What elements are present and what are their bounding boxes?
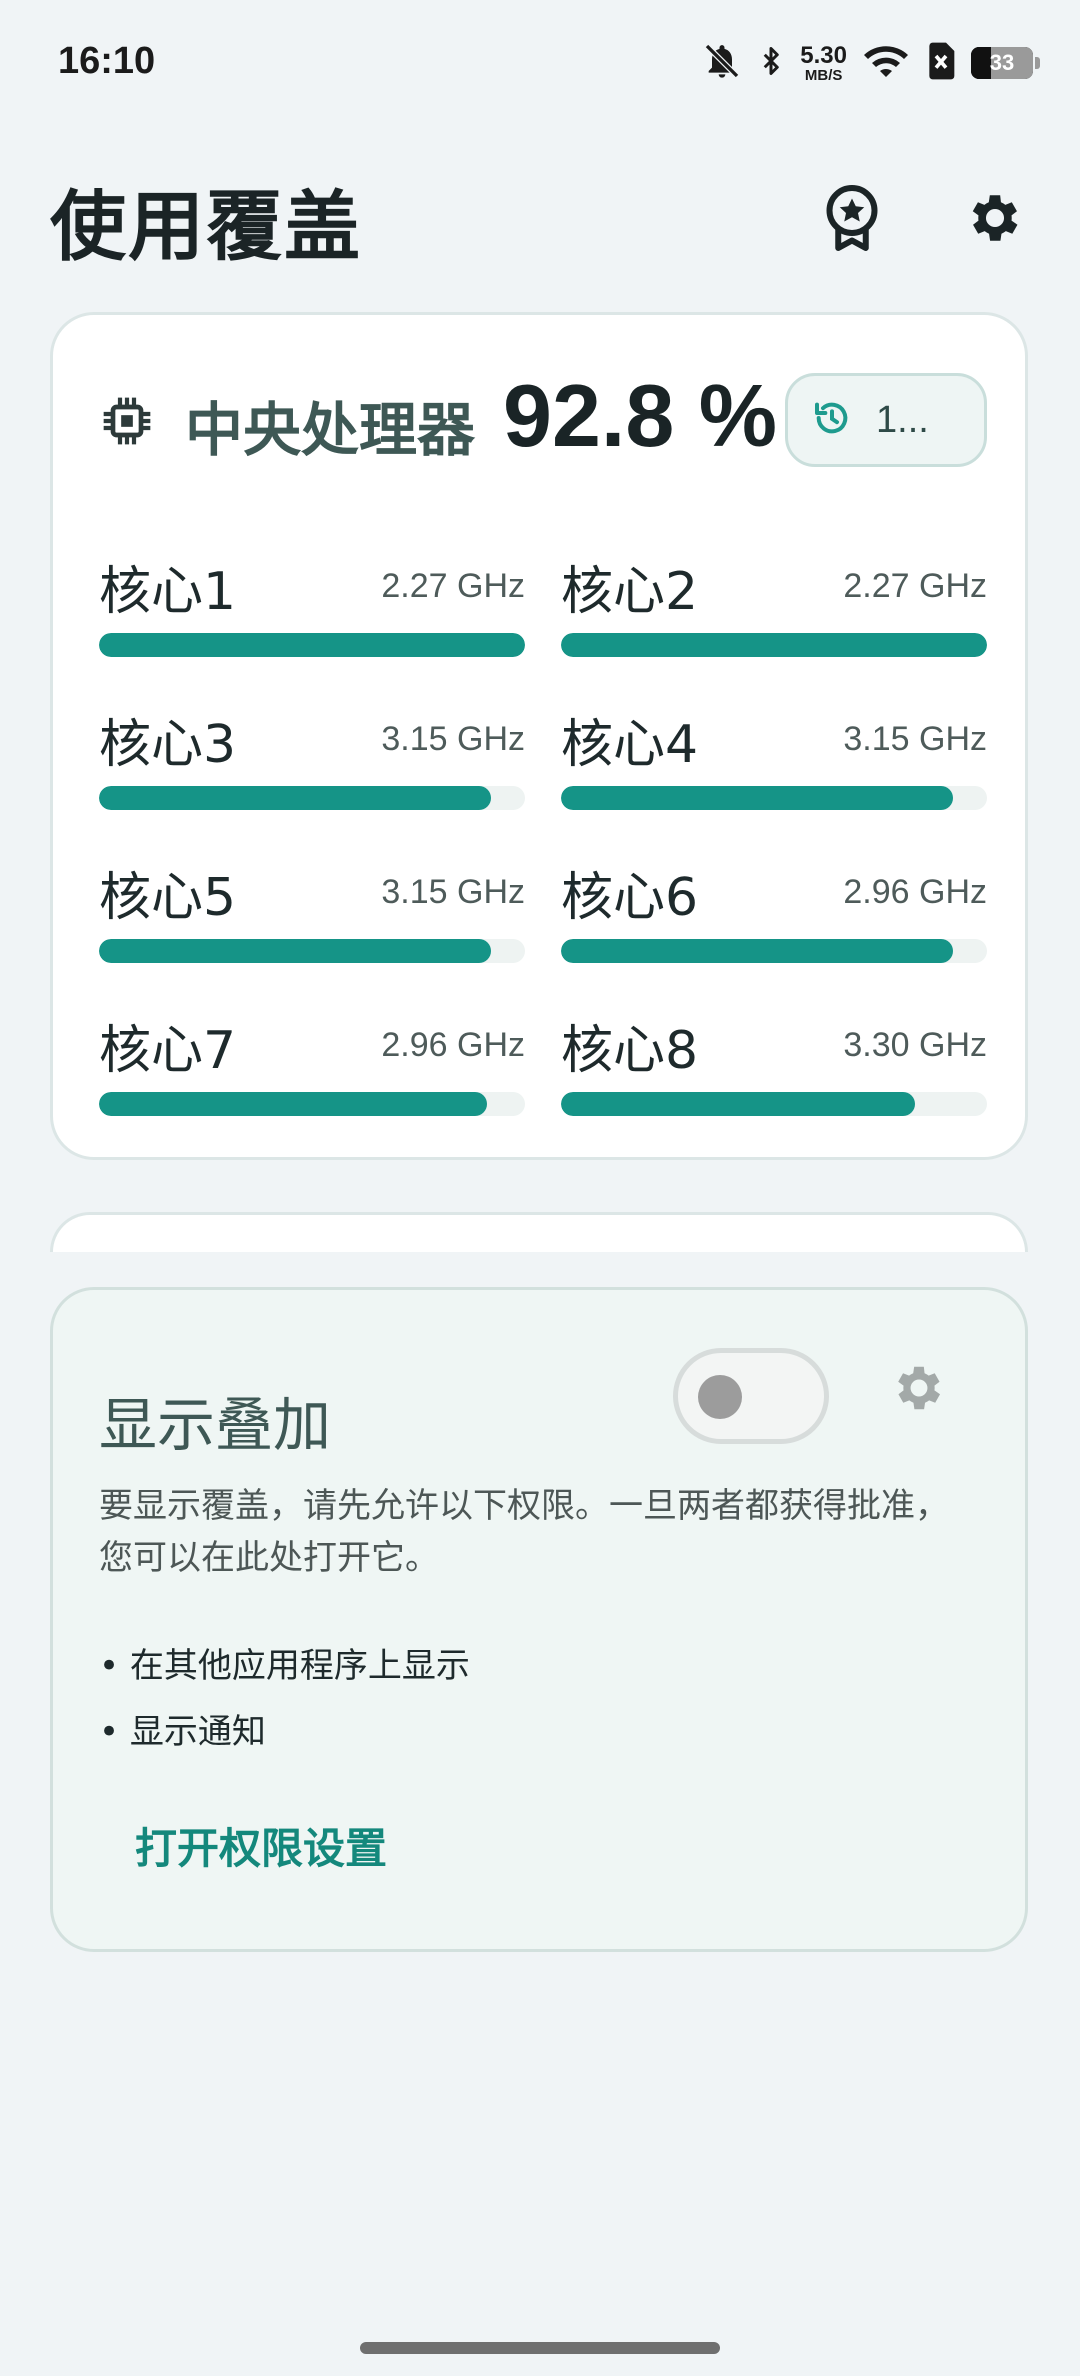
core-item: 核心8 3.30 GHz <box>561 1008 987 1128</box>
permission-item: • 在其他应用程序上显示 <box>99 1646 470 1686</box>
settings-button[interactable] <box>957 182 1033 258</box>
core-item: 核心7 2.96 GHz <box>99 1008 525 1128</box>
core-name: 核心7 <box>99 1021 237 1081</box>
core-frequency: 3.30 GHz <box>843 1026 987 1064</box>
bluetooth-icon <box>756 41 786 85</box>
core-frequency: 3.15 GHz <box>381 873 525 911</box>
wifi-icon <box>861 41 911 85</box>
overlay-toggle[interactable] <box>673 1348 829 1444</box>
core-load-fill <box>561 633 987 657</box>
overlay-description: 要显示覆盖，请先允许以下权限。一旦两者都获得批准，您可以在此处打开它。 <box>99 1486 949 1578</box>
battery-tip <box>1035 57 1040 69</box>
cpu-usage: 92.8 % <box>503 366 777 465</box>
core-load-fill <box>561 939 953 963</box>
history-chip-label: 1... <box>876 398 929 441</box>
core-frequency: 2.96 GHz <box>381 1026 525 1064</box>
award-button[interactable] <box>814 182 890 258</box>
core-frequency: 3.15 GHz <box>381 720 525 758</box>
toggle-knob <box>698 1375 742 1419</box>
core-item: 核心6 2.96 GHz <box>561 855 987 975</box>
core-load-bar <box>99 786 525 810</box>
status-icons: 5.30 MB/S 33 <box>702 38 1040 88</box>
cpu-title: 中央处理器 <box>185 396 476 464</box>
core-load-fill <box>561 786 953 810</box>
core-name: 核心6 <box>561 868 699 928</box>
page-title: 使用覆盖 <box>50 182 362 271</box>
status-time: 16:10 <box>58 40 156 82</box>
core-item: 核心3 3.15 GHz <box>99 702 525 822</box>
status-bar: 16:10 5.30 MB/S 33 <box>0 0 1080 120</box>
overlay-card: 显示叠加 要显示覆盖，请先允许以下权限。一旦两者都获得批准，您可以在此处打开它。… <box>50 1287 1028 1952</box>
core-load-bar <box>561 786 987 810</box>
core-load-bar <box>99 939 525 963</box>
core-name: 核心5 <box>99 868 237 928</box>
net-speed-value: 5.30 <box>800 41 847 69</box>
battery-icon: 33 <box>971 47 1033 79</box>
core-frequency: 2.96 GHz <box>843 873 987 911</box>
core-name: 核心2 <box>561 562 699 622</box>
net-speed-unit: MB/S <box>804 66 843 84</box>
bell-off-icon <box>702 41 742 85</box>
core-load-fill <box>99 786 491 810</box>
history-chip[interactable]: 1... <box>785 373 987 467</box>
cpu-chip-icon <box>99 393 155 449</box>
core-load-bar <box>561 939 987 963</box>
history-icon <box>812 398 852 442</box>
battery-level: 33 <box>989 50 1015 75</box>
core-item: 核心2 2.27 GHz <box>561 549 987 669</box>
gesture-bar[interactable] <box>360 2342 720 2354</box>
core-load-fill <box>99 939 491 963</box>
core-frequency: 2.27 GHz <box>381 567 525 605</box>
cpu-card: 中央处理器 92.8 % 1... 核心1 2.27 GHz 核心2 2.27 GHz… <box>50 312 1028 1160</box>
core-load-fill <box>99 633 525 657</box>
core-frequency: 2.27 GHz <box>843 567 987 605</box>
core-load-bar <box>99 633 525 657</box>
core-name: 核心4 <box>561 715 699 775</box>
core-load-bar <box>561 633 987 657</box>
settings-gear-icon <box>964 187 1026 253</box>
permission-item: • 显示通知 <box>99 1712 266 1752</box>
core-item: 核心5 3.15 GHz <box>99 855 525 975</box>
net-speed: 5.30 MB/S <box>800 41 847 84</box>
core-name: 核心1 <box>99 562 237 622</box>
core-name: 核心3 <box>99 715 237 775</box>
core-load-fill <box>561 1092 915 1116</box>
core-load-bar <box>561 1092 987 1116</box>
sim-x-icon <box>925 41 957 85</box>
core-frequency: 3.15 GHz <box>843 720 987 758</box>
collapsed-card <box>50 1212 1028 1252</box>
open-permission-settings-link[interactable]: 打开权限设置 <box>135 1815 387 1876</box>
core-item: 核心1 2.27 GHz <box>99 549 525 669</box>
overlay-settings-button[interactable] <box>881 1352 957 1428</box>
award-icon <box>821 183 883 257</box>
core-item: 核心4 3.15 GHz <box>561 702 987 822</box>
overlay-title: 显示叠加 <box>99 1391 332 1459</box>
core-name: 核心8 <box>561 1021 699 1081</box>
core-load-bar <box>99 1092 525 1116</box>
core-load-fill <box>99 1092 487 1116</box>
settings-gear-icon <box>890 1359 948 1421</box>
